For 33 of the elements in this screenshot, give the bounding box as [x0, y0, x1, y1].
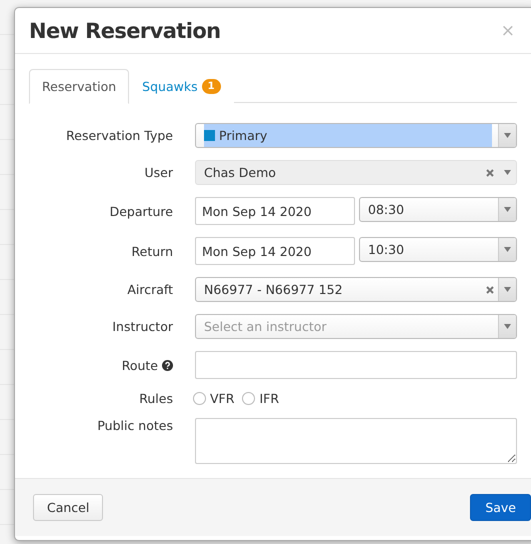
- date-field[interactable]: Mon Sep 14 2020: [195, 237, 355, 265]
- radio-option[interactable]: IFR: [242, 391, 279, 406]
- time-select[interactable]: 08:30: [359, 197, 517, 222]
- clear-icon[interactable]: [486, 286, 494, 294]
- caret-icon[interactable]: [504, 207, 511, 212]
- caret-icon[interactable]: [504, 133, 511, 138]
- field-label: Public notes: [96, 418, 173, 433]
- notes-field[interactable]: [195, 418, 517, 464]
- radio-icon[interactable]: [193, 392, 206, 405]
- caret-icon[interactable]: [504, 324, 511, 329]
- field-label: Return: [130, 244, 173, 258]
- count-badge: 1: [202, 79, 221, 94]
- field-label: Aircraft: [126, 282, 173, 297]
- field-label: User: [144, 165, 173, 180]
- save-button[interactable]: Save: [470, 494, 531, 521]
- text-field[interactable]: [195, 351, 517, 379]
- reservation-type-select[interactable]: Primary: [195, 123, 517, 148]
- date-field[interactable]: Mon Sep 14 2020: [195, 197, 355, 225]
- tab[interactable]: Reservation: [29, 69, 130, 104]
- dialog-title: New Reservation: [29, 18, 221, 42]
- cancel-button[interactable]: Cancel: [33, 494, 104, 521]
- field-label: Reservation Type: [65, 128, 173, 143]
- caret-icon[interactable]: [504, 247, 511, 252]
- time-select[interactable]: 10:30: [359, 237, 517, 262]
- field-label: Route: [122, 358, 158, 372]
- color-swatch-icon: [204, 130, 215, 141]
- field-label: Departure: [108, 204, 173, 218]
- select-field[interactable]: N66977 - N66977 152: [195, 277, 517, 302]
- radio-option[interactable]: VFR: [193, 391, 234, 406]
- caret-icon[interactable]: [504, 287, 511, 292]
- field-label: Instructor: [111, 319, 173, 334]
- radio-icon[interactable]: [242, 392, 256, 405]
- field-label: Rules: [138, 391, 173, 406]
